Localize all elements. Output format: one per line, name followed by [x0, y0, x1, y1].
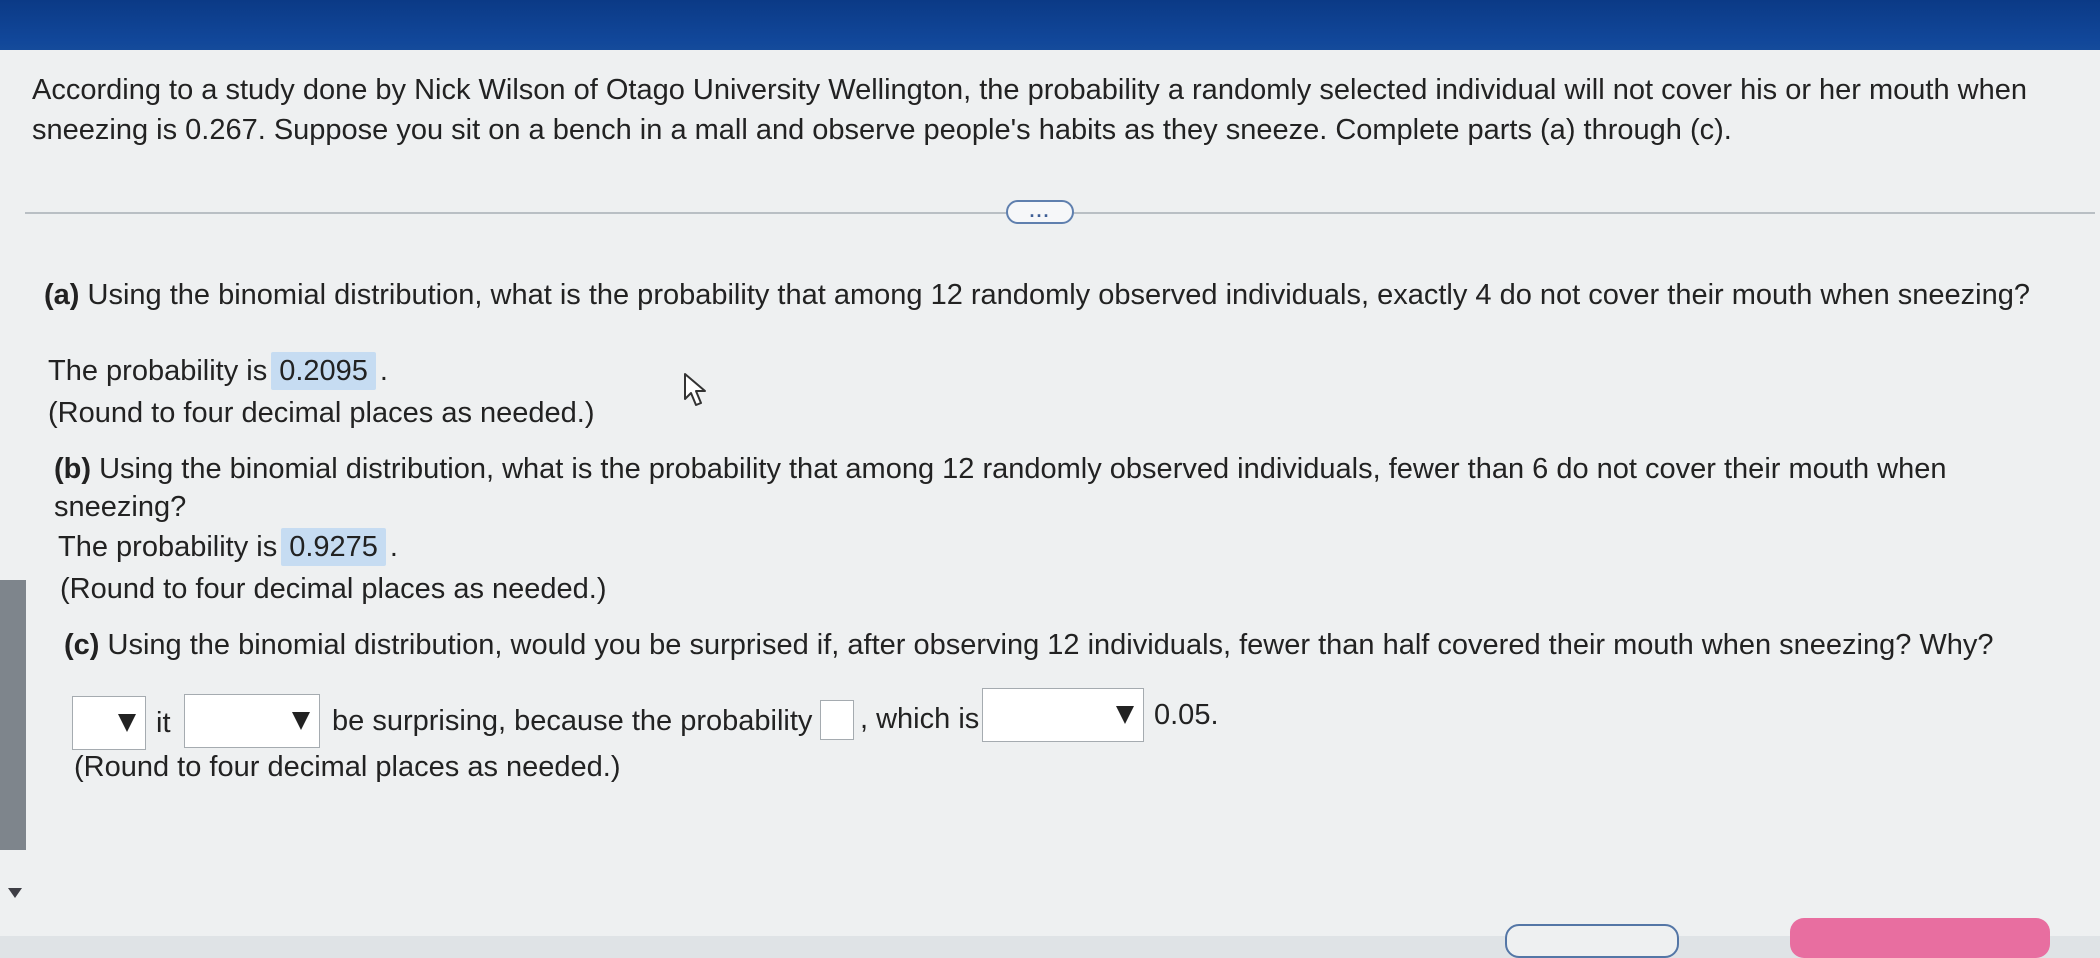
part-b-question-text: Using the binomial distribution, what is… — [54, 453, 1947, 523]
part-a-answer-prefix: The probability is — [48, 355, 268, 387]
part-b-answer-prefix: The probability is — [58, 531, 278, 563]
part-b-letter: (b) — [54, 453, 92, 485]
left-scrollbar[interactable] — [0, 580, 26, 850]
scroll-down-icon[interactable] — [8, 888, 22, 898]
triangle-down-icon — [292, 712, 310, 730]
bottom-outline-button[interactable] — [1505, 924, 1679, 958]
part-c-question-text: Using the binomial distribution, would y… — [107, 629, 1994, 661]
bottom-primary-button[interactable] — [1790, 918, 2050, 958]
part-c-round-note: (Round to four decimal places as needed.… — [74, 751, 621, 783]
part-b-question: (b) Using the binomial distribution, wha… — [54, 450, 2074, 526]
mouse-pointer-icon — [684, 373, 706, 406]
part-b-answer-value[interactable]: 0.9275 — [281, 528, 386, 566]
part-a-question-text: Using the binomial distribution, what is… — [87, 279, 2030, 311]
part-a-round-note: (Round to four decimal places as needed.… — [48, 397, 595, 429]
part-c-letter: (c) — [64, 629, 100, 661]
text-threshold: 0.05. — [1154, 699, 1219, 731]
part-a-question: (a) Using the binomial distribution, wha… — [44, 276, 2064, 314]
part-a-answer-line: The probability is 0.2095. — [48, 352, 388, 390]
surprise-dropdown-1[interactable] — [72, 696, 146, 750]
surprise-dropdown-2[interactable] — [184, 694, 320, 748]
probability-input[interactable] — [820, 700, 854, 740]
part-a-letter: (a) — [44, 279, 80, 311]
part-c-question: (c) Using the binomial distribution, wou… — [64, 626, 2074, 664]
text-be-surprising: be surprising, because the probability i… — [332, 705, 842, 737]
question-intro: According to a study done by Nick Wilson… — [32, 74, 2027, 146]
text-it: it — [156, 707, 171, 739]
part-b-round-note: (Round to four decimal places as needed.… — [60, 573, 607, 605]
part-b-answer-line: The probability is 0.9275. — [58, 528, 398, 566]
comparison-dropdown[interactable] — [982, 688, 1144, 742]
part-a-answer-value[interactable]: 0.2095 — [271, 352, 376, 390]
triangle-down-icon — [118, 714, 136, 732]
part-a-answer-suffix: . — [379, 355, 388, 387]
part-b-answer-suffix: . — [389, 531, 398, 563]
text-which-is: , which is — [860, 703, 980, 735]
expand-more-button[interactable]: ... — [1006, 200, 1074, 224]
triangle-down-icon — [1116, 706, 1134, 724]
